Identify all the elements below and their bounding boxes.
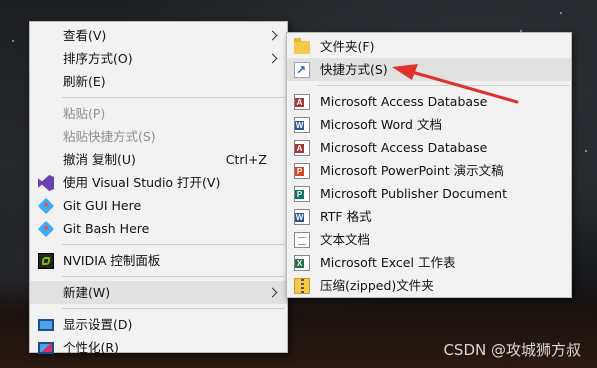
annotation-arrow: [392, 64, 519, 104]
watermark: CSDN @攻城狮方叔: [443, 341, 581, 359]
